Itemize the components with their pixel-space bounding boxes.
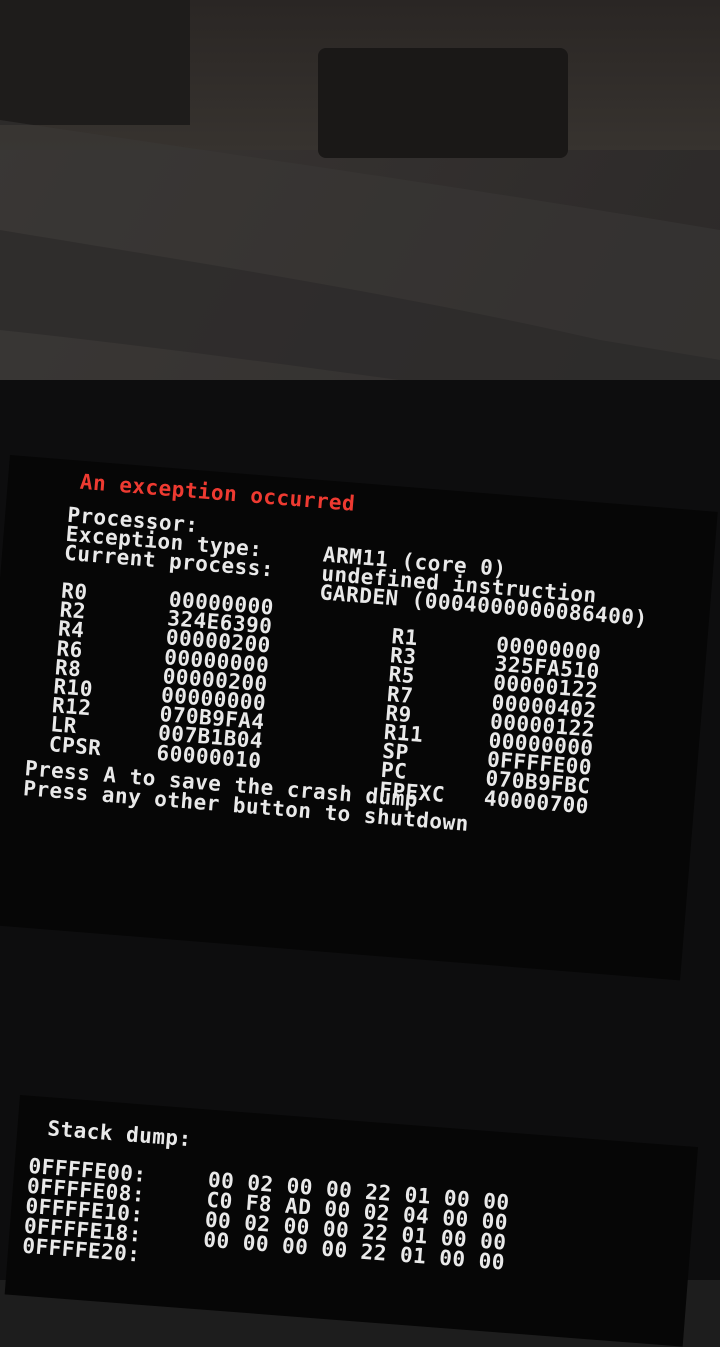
exception-values: ARM11 (core 0) undefined instruction GAR… xyxy=(319,542,651,630)
registers-right-names: R1 R3 R5 R7 R9 R11 SP PC FPEXC xyxy=(378,624,458,806)
register-value: 40000700 xyxy=(483,785,590,819)
register-value: 60000010 xyxy=(155,740,263,773)
register-name: CPSR xyxy=(48,731,103,760)
registers-left-values: 00000000 324E6390 00000200 00000000 00000200… xyxy=(155,587,275,773)
registers-left-names: R0 R2 R4 R6 R8 R10 R12 LR CPSR xyxy=(48,579,114,760)
registers-right-values: 00000000 325FA510 00000122 00000402 00000122… xyxy=(483,633,602,819)
exception-labels: Processor: Exception type: Current proce… xyxy=(63,503,278,582)
stack-dump-rows: 0FFFFE00: 00 02 00 00 22 01 00 00 0FFFFE08… xyxy=(22,1154,511,1293)
top-screen: An exception occurred Processor: Excepti… xyxy=(0,455,718,981)
stack-dump-title: Stack dump: xyxy=(46,1116,193,1152)
